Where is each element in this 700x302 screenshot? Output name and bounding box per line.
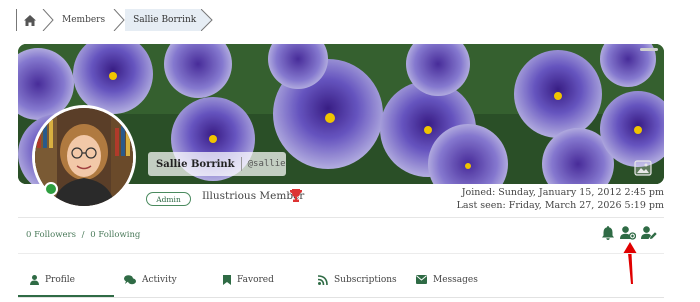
chevron-right-icon	[113, 9, 125, 31]
tab-activity[interactable]: Activity	[124, 268, 177, 297]
rss-icon	[318, 275, 328, 285]
tab-label: Subscriptions	[334, 275, 397, 285]
member-rank: Illustrious Member	[202, 190, 305, 202]
joined-date: Joined: Sunday, January 15, 2012 2:45 pm	[461, 187, 664, 198]
bookmark-icon	[223, 275, 231, 285]
username-handle: @sallie	[247, 159, 286, 169]
breadcrumb: Members Sallie Borrink	[16, 9, 213, 31]
last-seen-date: Last seen: Friday, March 27, 2026 5:19 p…	[456, 200, 664, 211]
home-icon[interactable]	[16, 9, 42, 31]
image-icon[interactable]	[634, 160, 652, 176]
tab-label: Profile	[45, 275, 75, 285]
follow-user-icon[interactable]	[620, 226, 636, 240]
name-tag: Sallie Borrink @sallie	[148, 152, 286, 176]
cover-corner-handle	[640, 48, 658, 51]
tab-messages[interactable]: Messages	[416, 268, 478, 297]
breadcrumb-current: Sallie Borrink	[125, 9, 203, 31]
followers-link[interactable]: 0 Followers	[26, 230, 76, 240]
role-badge: Admin	[146, 192, 191, 206]
chevron-right-icon	[42, 9, 54, 31]
profile-tabs: Profile Activity Favored Subscriptions M…	[18, 268, 664, 298]
online-status-indicator	[44, 182, 58, 196]
tab-subscriptions[interactable]: Subscriptions	[318, 268, 397, 297]
display-name: Sallie Borrink	[156, 158, 235, 170]
member-dates: Joined: Sunday, January 15, 2012 2:45 pm…	[457, 186, 664, 212]
trophy-icon	[290, 189, 302, 202]
envelope-icon	[416, 275, 427, 284]
following-link[interactable]: 0 Following	[90, 230, 140, 240]
name-divider	[240, 157, 242, 171]
bell-icon[interactable]	[602, 226, 614, 240]
user-icon	[30, 275, 39, 285]
tab-label: Favored	[237, 275, 274, 285]
breadcrumb-members[interactable]: Members	[54, 9, 113, 31]
tab-profile[interactable]: Profile	[18, 268, 114, 297]
tab-label: Activity	[142, 275, 177, 285]
divider	[18, 253, 664, 254]
edit-user-icon[interactable]	[641, 226, 657, 240]
chevron-right-icon	[201, 9, 213, 31]
divider	[18, 217, 664, 218]
tab-favored[interactable]: Favored	[223, 268, 274, 297]
tab-label: Messages	[433, 275, 478, 285]
comments-icon	[124, 275, 136, 285]
follow-separator: /	[81, 230, 85, 240]
follow-stats: 0 Followers / 0 Following	[26, 230, 140, 240]
